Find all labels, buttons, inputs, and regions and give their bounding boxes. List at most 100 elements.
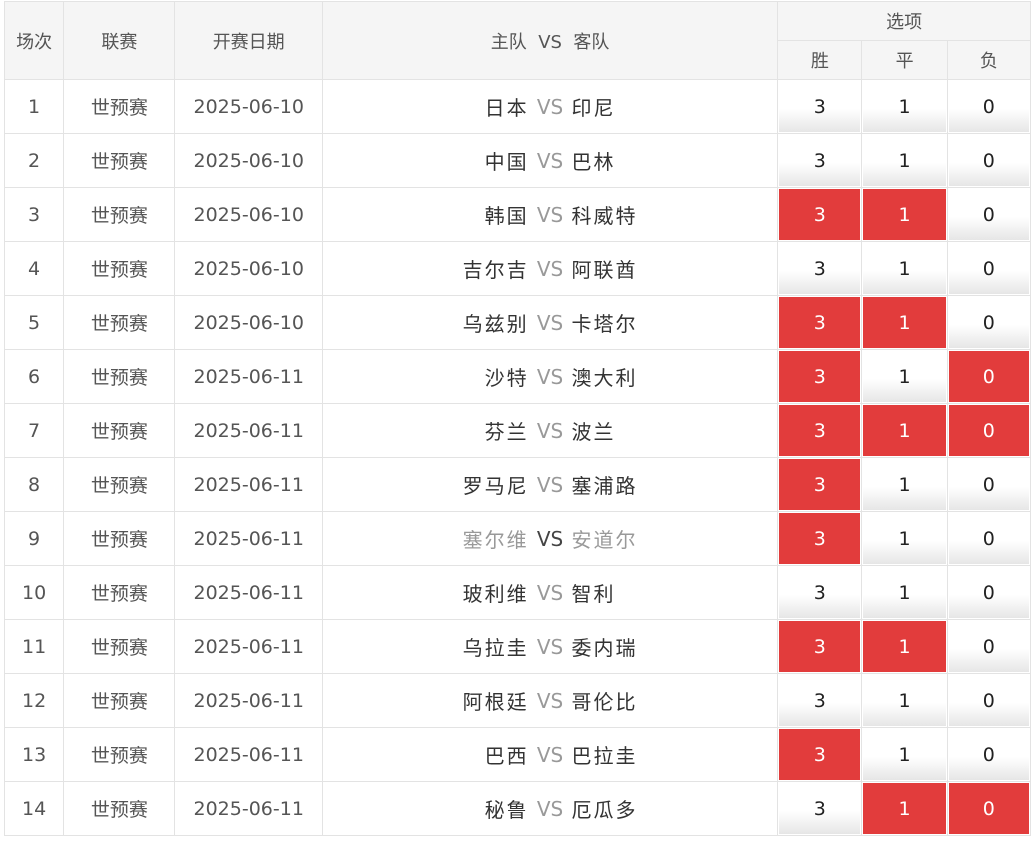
option-win-button[interactable]: 3 bbox=[779, 729, 861, 780]
header-match: 主队 VS 客队 bbox=[321, 1, 779, 80]
option-draw-button[interactable]: 1 bbox=[863, 81, 946, 132]
table-row: 2 世预赛 2025-06-10 中国 VS 巴林 3 1 0 bbox=[3, 133, 1031, 188]
option-lose-button[interactable]: 0 bbox=[948, 621, 1029, 672]
table-row: 8 世预赛 2025-06-11 罗马尼 VS 塞浦路 3 1 0 bbox=[3, 457, 1031, 512]
table-row: 9 世预赛 2025-06-11 塞尔维 VS 安道尔 3 1 0 bbox=[3, 511, 1031, 566]
option-win-button[interactable]: 3 bbox=[779, 189, 861, 240]
option-draw-button[interactable]: 1 bbox=[863, 297, 946, 348]
away-team: 阿联酋 bbox=[571, 258, 638, 282]
header-away: 客队 bbox=[573, 31, 610, 53]
match-date: 2025-06-10 bbox=[174, 79, 323, 134]
home-team: 芬兰 bbox=[484, 420, 529, 444]
option-lose-button[interactable]: 0 bbox=[948, 297, 1029, 348]
home-team: 巴西 bbox=[484, 744, 529, 768]
away-team: 安道尔 bbox=[571, 528, 638, 552]
option-win-button[interactable]: 3 bbox=[779, 135, 861, 186]
option-win-button[interactable]: 3 bbox=[779, 783, 861, 834]
home-team: 沙特 bbox=[484, 366, 529, 390]
match-date: 2025-06-11 bbox=[174, 457, 323, 512]
option-win-button[interactable]: 3 bbox=[779, 675, 861, 726]
match-date: 2025-06-11 bbox=[174, 619, 323, 674]
match-date: 2025-06-10 bbox=[174, 187, 323, 242]
match-number: 4 bbox=[3, 241, 65, 296]
option-win-button[interactable]: 3 bbox=[779, 351, 861, 402]
match-teams: 吉尔吉 VS 阿联酋 bbox=[321, 241, 779, 296]
match-teams: 芬兰 VS 波兰 bbox=[321, 403, 779, 458]
league-name: 世预赛 bbox=[63, 511, 176, 566]
table-row: 5 世预赛 2025-06-10 乌兹别 VS 卡塔尔 3 1 0 bbox=[3, 295, 1031, 350]
league-name: 世预赛 bbox=[63, 295, 176, 350]
match-number: 11 bbox=[3, 619, 65, 674]
league-name: 世预赛 bbox=[63, 349, 176, 404]
match-number: 9 bbox=[3, 511, 65, 566]
league-name: 世预赛 bbox=[63, 133, 176, 188]
option-draw-button[interactable]: 1 bbox=[863, 729, 946, 780]
option-draw-button[interactable]: 1 bbox=[863, 513, 946, 564]
home-team: 秘鲁 bbox=[484, 798, 529, 822]
option-draw-button[interactable]: 1 bbox=[863, 783, 946, 834]
vs-label: VS bbox=[536, 796, 564, 821]
vs-label: VS bbox=[536, 688, 564, 713]
option-win-button[interactable]: 3 bbox=[779, 297, 861, 348]
match-date: 2025-06-11 bbox=[174, 403, 323, 458]
league-name: 世预赛 bbox=[63, 565, 176, 620]
away-team: 巴林 bbox=[571, 150, 616, 174]
match-number: 3 bbox=[3, 187, 65, 242]
match-teams: 沙特 VS 澳大利 bbox=[321, 349, 779, 404]
header-league: 联赛 bbox=[63, 1, 176, 80]
option-lose-button[interactable]: 0 bbox=[948, 729, 1029, 780]
option-win-button[interactable]: 3 bbox=[779, 567, 861, 618]
option-lose-button[interactable]: 0 bbox=[948, 351, 1029, 402]
option-win-button[interactable]: 3 bbox=[779, 81, 861, 132]
option-draw-button[interactable]: 1 bbox=[863, 567, 946, 618]
away-team: 哥伦比 bbox=[571, 690, 638, 714]
match-teams: 乌拉圭 VS 委内瑞 bbox=[321, 619, 779, 674]
option-draw-button[interactable]: 1 bbox=[863, 405, 946, 456]
table-row: 6 世预赛 2025-06-11 沙特 VS 澳大利 3 1 0 bbox=[3, 349, 1031, 404]
option-lose-button[interactable]: 0 bbox=[948, 405, 1029, 456]
option-draw-button[interactable]: 1 bbox=[863, 243, 946, 294]
match-number: 5 bbox=[3, 295, 65, 350]
option-lose-button[interactable]: 0 bbox=[948, 675, 1029, 726]
option-lose-button[interactable]: 0 bbox=[948, 783, 1029, 834]
home-team: 乌兹别 bbox=[462, 312, 529, 336]
home-team: 阿根廷 bbox=[462, 690, 529, 714]
option-lose-button[interactable]: 0 bbox=[948, 243, 1029, 294]
table-row: 1 世预赛 2025-06-10 日本 VS 印尼 3 1 0 bbox=[3, 79, 1031, 134]
option-lose-button[interactable]: 0 bbox=[948, 567, 1029, 618]
league-name: 世预赛 bbox=[63, 187, 176, 242]
option-draw-button[interactable]: 1 bbox=[863, 621, 946, 672]
home-team: 吉尔吉 bbox=[462, 258, 529, 282]
away-team: 塞浦路 bbox=[571, 474, 638, 498]
match-teams: 阿根廷 VS 哥伦比 bbox=[321, 673, 779, 728]
option-lose-button[interactable]: 0 bbox=[948, 189, 1029, 240]
vs-label: VS bbox=[536, 148, 564, 173]
match-teams: 罗马尼 VS 塞浦路 bbox=[321, 457, 779, 512]
option-lose-button[interactable]: 0 bbox=[948, 513, 1029, 564]
match-number: 13 bbox=[3, 727, 65, 782]
option-win-button[interactable]: 3 bbox=[779, 405, 861, 456]
vs-label: VS bbox=[536, 94, 564, 119]
vs-label: VS bbox=[536, 634, 564, 659]
match-date: 2025-06-10 bbox=[174, 241, 323, 296]
option-draw-button[interactable]: 1 bbox=[863, 135, 946, 186]
option-win-button[interactable]: 3 bbox=[779, 243, 861, 294]
option-draw-button[interactable]: 1 bbox=[863, 189, 946, 240]
league-name: 世预赛 bbox=[63, 457, 176, 512]
option-draw-button[interactable]: 1 bbox=[863, 675, 946, 726]
header-home: 主队 bbox=[490, 31, 527, 53]
vs-label: VS bbox=[536, 742, 564, 767]
option-lose-button[interactable]: 0 bbox=[948, 81, 1029, 132]
header-date: 开赛日期 bbox=[174, 1, 323, 80]
option-win-button[interactable]: 3 bbox=[779, 513, 861, 564]
option-win-button[interactable]: 3 bbox=[779, 621, 861, 672]
option-draw-button[interactable]: 1 bbox=[863, 459, 946, 510]
vs-label: VS bbox=[536, 364, 564, 389]
option-draw-button[interactable]: 1 bbox=[863, 351, 946, 402]
match-number: 7 bbox=[3, 403, 65, 458]
option-lose-button[interactable]: 0 bbox=[948, 459, 1029, 510]
match-date: 2025-06-10 bbox=[174, 295, 323, 350]
option-lose-button[interactable]: 0 bbox=[948, 135, 1029, 186]
away-team: 委内瑞 bbox=[571, 636, 638, 660]
option-win-button[interactable]: 3 bbox=[779, 459, 861, 510]
